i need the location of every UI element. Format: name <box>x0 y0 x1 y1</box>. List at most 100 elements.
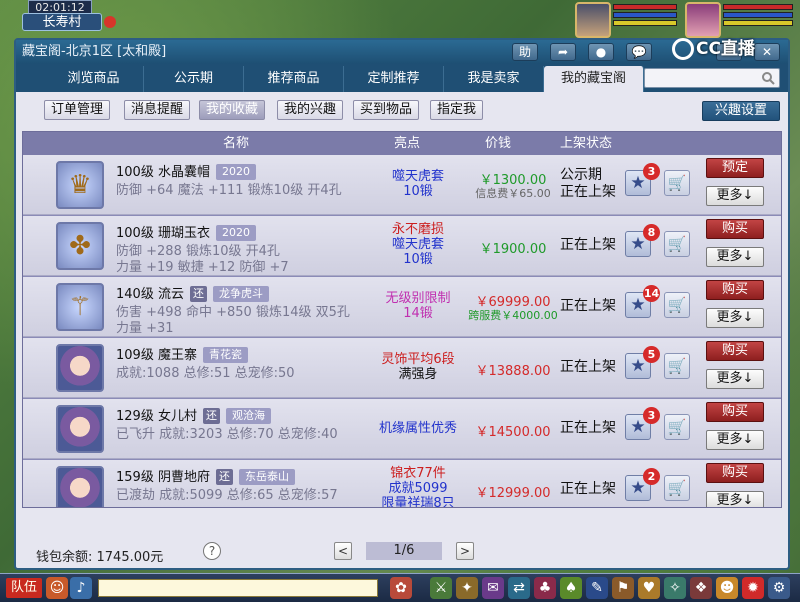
cc-live-logo: CC直播 <box>672 34 755 60</box>
list-rows[interactable]: ♛ 100级 水晶囊帽 2020 防御 +64 魔法 +111 锻炼10级 开4孔 噬天… <box>23 155 781 507</box>
system-icon[interactable]: ⚙ <box>768 577 790 599</box>
prev-page-button[interactable]: < <box>334 542 352 560</box>
tab-recommended[interactable]: 推荐商品 <box>244 66 344 92</box>
bell-icon[interactable]: ✹ <box>742 577 764 599</box>
pet-icon[interactable]: ✿ <box>390 577 412 599</box>
help-icon[interactable]: ? <box>203 542 221 560</box>
item-name-line[interactable]: 140级 流云还龙争虎斗 <box>116 283 269 302</box>
buy-button[interactable]: 购买 <box>706 463 764 483</box>
search-input[interactable] <box>644 68 780 88</box>
pet-exp-bar <box>723 20 793 26</box>
reserve-button[interactable]: 预定 <box>706 158 764 178</box>
buy-button[interactable]: 购买 <box>706 219 764 239</box>
favorite-count-badge: 5 <box>643 346 660 363</box>
character-avatar[interactable] <box>56 405 104 453</box>
buy-button[interactable]: 购买 <box>706 402 764 422</box>
col-status: 上架状态 <box>560 136 613 151</box>
voice-icon[interactable]: ♪ <box>70 577 92 599</box>
favorite-count-badge: 3 <box>643 407 660 424</box>
tab-my-pavilion[interactable]: 我的藏宝阁 <box>544 66 644 92</box>
chat-input[interactable] <box>98 579 378 597</box>
team-icon[interactable]: ♣ <box>534 577 556 599</box>
tab-browse[interactable]: 浏览商品 <box>44 66 144 92</box>
list-item[interactable]: 159级 阴曹地府还东岳泰山 已渡劫 成就:5099 总修:65 总宠修:57 锦衣… <box>23 460 781 507</box>
item-fee: 信息费￥65.00 <box>475 187 551 200</box>
player-portrait[interactable] <box>575 2 611 38</box>
item-name-line[interactable]: 159级 阴曹地府还东岳泰山 <box>116 466 295 485</box>
character-avatar[interactable] <box>56 466 104 507</box>
favorite-count-badge: 8 <box>643 224 660 241</box>
add-to-cart-button[interactable]: 🛒 <box>664 414 690 440</box>
buy-button[interactable]: 购买 <box>706 280 764 300</box>
add-to-cart-button[interactable]: 🛒 <box>664 475 690 501</box>
return-badge: 还 <box>202 408 220 424</box>
trade-icon[interactable]: ⇄ <box>508 577 530 599</box>
activity-icon[interactable]: ❖ <box>690 577 712 599</box>
interest-settings-button[interactable]: 兴趣设置 <box>702 101 780 121</box>
item-name-line[interactable]: 109级 魔王寨 青花瓷 <box>116 344 248 363</box>
attack-icon[interactable]: ⚔ <box>430 577 452 599</box>
friends-icon[interactable]: ♥ <box>638 577 660 599</box>
smile-icon[interactable]: ☻ <box>716 577 738 599</box>
tab-seller[interactable]: 我是卖家 <box>444 66 544 92</box>
pet-portrait[interactable] <box>685 2 721 38</box>
subnav-assigned[interactable]: 指定我 <box>430 100 484 120</box>
add-to-cart-button[interactable]: 🛒 <box>664 231 690 257</box>
list-item[interactable]: 129级 女儿村还观沧海 已飞升 成就:3203 总修:70 总宠修:40 机缘属性… <box>23 399 781 459</box>
item-highlights: 无级别限制 14锻 <box>363 291 473 321</box>
item-name-line[interactable]: 100级 珊瑚玉衣 2020 <box>116 222 256 241</box>
listing-status: 正在上架 <box>560 298 616 315</box>
chat-button[interactable]: 💬 <box>626 43 652 61</box>
subnav-favorites[interactable]: 我的收藏 <box>199 100 266 120</box>
more-dropdown-button[interactable]: 更多↓ <box>706 247 764 267</box>
more-dropdown-button[interactable]: 更多↓ <box>706 308 764 328</box>
item-icon[interactable]: ✤ <box>56 222 104 270</box>
quest-icon[interactable]: ✎ <box>586 577 608 599</box>
tab-public-period[interactable]: 公示期 <box>144 66 244 92</box>
add-to-cart-button[interactable]: 🛒 <box>664 292 690 318</box>
next-page-button[interactable]: > <box>456 542 474 560</box>
status-text: 正在上架 <box>560 184 616 200</box>
guild-icon[interactable]: ⚑ <box>612 577 634 599</box>
item-name-line[interactable]: 100级 水晶囊帽 2020 <box>116 161 256 180</box>
item-icon[interactable]: ✦ <box>456 577 478 599</box>
list-item[interactable]: ♛ 100级 水晶囊帽 2020 防御 +64 魔法 +111 锻炼10级 开4孔 噬天… <box>23 155 781 215</box>
help-button[interactable]: 助 <box>512 43 538 61</box>
search-icon[interactable] <box>761 71 775 85</box>
item-icon[interactable]: ⚚ <box>56 283 104 331</box>
list-item[interactable]: 109级 魔王寨 青花瓷 成就:1088 总修:51 总宠修:50 灵饰平均6段 满强身… <box>23 338 781 398</box>
listing-status: 正在上架 <box>560 420 616 437</box>
record-button[interactable]: ● <box>588 43 614 61</box>
subnav-orders[interactable]: 订单管理 <box>44 100 111 120</box>
wallet-balance: 钱包余额: 1745.00元 <box>36 550 164 565</box>
more-dropdown-button[interactable]: 更多↓ <box>706 186 764 206</box>
list-item[interactable]: ⚚ 140级 流云还龙争虎斗 伤害 +498 命中 +850 锻炼14级 双5孔 力量… <box>23 277 781 337</box>
item-name-line[interactable]: 129级 女儿村还观沧海 <box>116 405 271 424</box>
status-text: 正在上架 <box>560 481 616 497</box>
add-to-cart-button[interactable]: 🛒 <box>664 170 690 196</box>
status-orb-icon <box>104 16 116 28</box>
subnav-messages[interactable]: 消息提醒 <box>124 100 191 120</box>
item-icon[interactable]: ♛ <box>56 161 104 209</box>
emote-icon[interactable]: ☺ <box>46 577 68 599</box>
pet-manage-icon[interactable]: ♠ <box>560 577 582 599</box>
subnav-purchased[interactable]: 买到物品 <box>353 100 420 120</box>
tab-custom[interactable]: 定制推荐 <box>344 66 444 92</box>
buy-button[interactable]: 购买 <box>706 341 764 361</box>
character-avatar[interactable] <box>56 344 104 392</box>
give-icon[interactable]: ✉ <box>482 577 504 599</box>
favorites-list: 名称 亮点 价钱 上架状态 ♛ 100级 水晶囊帽 2020 防御 +64 魔法 +1… <box>22 131 782 508</box>
list-item[interactable]: ✤ 100级 珊瑚玉衣 2020 防御 +288 锻炼10级 开4孔 力量 +19 敏捷… <box>23 216 781 276</box>
subnav-interests[interactable]: 我的兴趣 <box>277 100 344 120</box>
team-button[interactable]: 队伍 <box>6 578 42 598</box>
share-button[interactable]: ➦ <box>550 43 576 61</box>
more-dropdown-button[interactable]: 更多↓ <box>706 430 764 450</box>
more-dropdown-button[interactable]: 更多↓ <box>706 369 764 389</box>
more-dropdown-button[interactable]: 更多↓ <box>706 491 764 507</box>
highlight-text: 10锻 <box>403 184 433 199</box>
item-name: 100级 珊瑚玉衣 <box>116 226 210 241</box>
skills-icon[interactable]: ✧ <box>664 577 686 599</box>
close-button[interactable]: ✕ <box>754 43 780 61</box>
add-to-cart-button[interactable]: 🛒 <box>664 353 690 379</box>
listing-status: 正在上架 <box>560 481 616 498</box>
